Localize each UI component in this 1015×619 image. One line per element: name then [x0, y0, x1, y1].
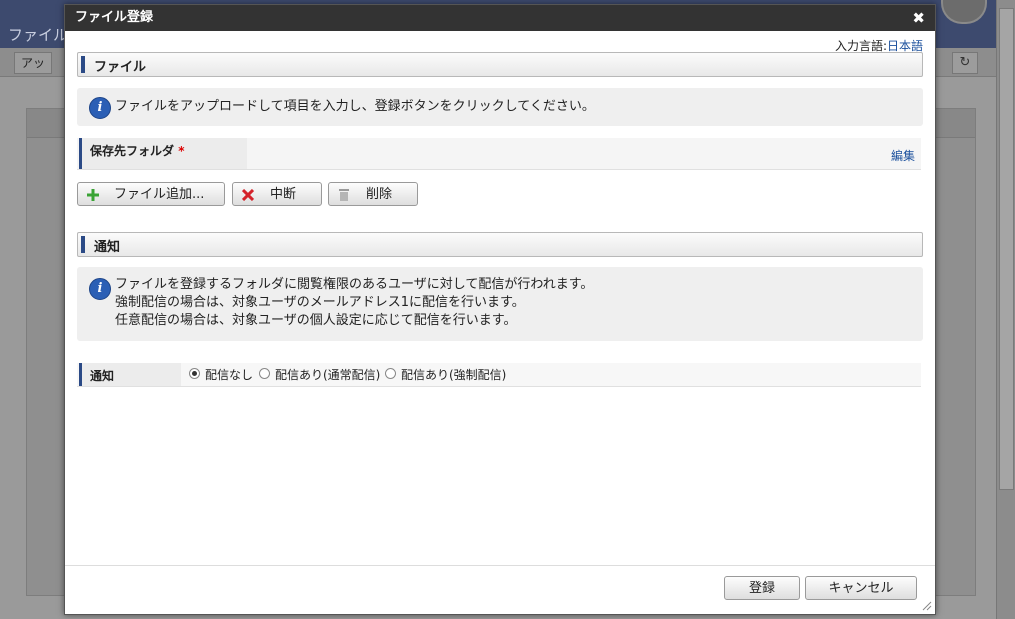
radio-label-forced-delivery: 配信あり(強制配信)	[401, 368, 507, 382]
dialog-title: ファイル登録	[75, 10, 154, 25]
save-folder-label: 保存先フォルダ *	[79, 138, 247, 169]
radio-forced-delivery[interactable]	[385, 368, 396, 379]
required-mark: *	[178, 144, 185, 158]
notify-info-text: ファイルを登録するフォルダに閲覧権限のあるユーザに対して配信が行われます。 強制…	[115, 277, 594, 328]
edit-folder-link[interactable]: 編集	[891, 147, 915, 164]
info-icon: i	[89, 278, 111, 300]
trash-icon	[339, 189, 349, 201]
add-file-button[interactable]: ファイル追加...	[77, 182, 225, 206]
resize-handle-icon[interactable]	[922, 601, 932, 611]
footer-divider	[65, 565, 935, 566]
radio-label-normal-delivery: 配信あり(通常配信)	[275, 368, 381, 382]
page-scrollbar[interactable]	[996, 0, 1015, 619]
input-language-label: 入力言語:	[834, 39, 887, 53]
refresh-icon: ↻	[952, 52, 978, 74]
notify-section-title: 通知	[94, 240, 121, 255]
close-icon[interactable]: ✖	[912, 5, 925, 31]
notify-row: 通知 配信なし 配信あり(通常配信) 配信あり(強制配信)	[77, 363, 921, 387]
plus-icon	[87, 189, 99, 201]
upload-toolbar-button: アッ	[14, 52, 53, 74]
file-section-title: ファイル	[94, 60, 147, 75]
logo	[941, 0, 987, 24]
info-icon: i	[89, 97, 111, 119]
cross-icon	[242, 189, 254, 201]
save-folder-row: 保存先フォルダ * 編集	[77, 138, 921, 170]
file-info-box: i ファイルをアップロードして項目を入力し、登録ボタンをクリックしてください。	[77, 88, 923, 126]
notify-info-box: i ファイルを登録するフォルダに閲覧権限のあるユーザに対して配信が行われます。 …	[77, 267, 923, 341]
delete-button[interactable]: 削除	[328, 182, 418, 206]
notify-section-heading: 通知	[77, 232, 923, 257]
radio-no-delivery[interactable]	[189, 368, 200, 379]
file-section-heading: ファイル	[77, 52, 923, 77]
register-button[interactable]: 登録	[724, 576, 800, 600]
cancel-button[interactable]: キャンセル	[805, 576, 917, 600]
dialog-title-bar: ファイル登録 ✖	[65, 5, 935, 31]
file-info-text: ファイルをアップロードして項目を入力し、登録ボタンをクリックしてください。	[115, 99, 595, 114]
input-language-link[interactable]: 日本語	[887, 39, 923, 53]
notify-label: 通知	[79, 363, 181, 386]
app-title: ファイル	[8, 26, 69, 44]
radio-normal-delivery[interactable]	[259, 368, 270, 379]
stop-button[interactable]: 中断	[232, 182, 322, 206]
file-register-dialog: ファイル登録 ✖ 入力言語:日本語 ファイル i ファイルをアップロードして項目…	[64, 4, 936, 615]
radio-label-no-delivery: 配信なし	[205, 368, 254, 382]
